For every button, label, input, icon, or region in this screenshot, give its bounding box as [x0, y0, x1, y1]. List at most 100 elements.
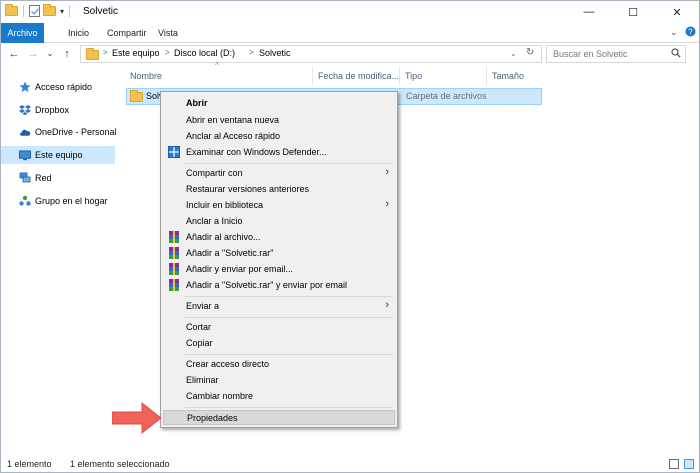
refresh-icon[interactable]: ↻ — [526, 47, 534, 58]
recent-locations-icon[interactable]: ⌄ — [43, 46, 57, 62]
ribbon-tabs: Archivo Inicio Compartir Vista ⌄ ? — [1, 23, 699, 43]
star-icon — [19, 81, 31, 93]
breadcrumb-separator[interactable]: > — [165, 48, 170, 57]
back-arrow-icon[interactable]: ← — [7, 46, 21, 62]
customize-toolbar-icon[interactable]: ▾ — [60, 7, 64, 16]
breadcrumb-este-equipo[interactable]: Este equipo — [112, 48, 160, 58]
folder-icon — [130, 90, 143, 102]
new-folder-icon[interactable] — [43, 4, 56, 16]
breadcrumb-separator[interactable]: > — [249, 48, 254, 57]
search-icon[interactable] — [671, 48, 681, 58]
menu-item-compartir-con[interactable]: Compartir con › — [163, 166, 395, 181]
menu-item-cambiar-nombre[interactable]: Cambiar nombre — [163, 389, 395, 404]
column-divider[interactable] — [399, 67, 400, 85]
cloud-icon — [19, 126, 31, 138]
menu-item-abrir-ventana-nueva[interactable]: Abrir en ventana nueva — [163, 113, 395, 128]
menu-item-abrir[interactable]: Abrir — [163, 96, 395, 111]
menu-item-restaurar-versiones[interactable]: Restaurar versiones anteriores — [163, 182, 395, 197]
column-header-tamano[interactable]: Tamaño — [492, 67, 524, 85]
menu-item-label: Restaurar versiones anteriores — [186, 184, 310, 194]
menu-item-propiedades[interactable]: Propiedades — [163, 410, 395, 425]
folder-icon — [86, 48, 99, 60]
navigation-bar: ← → ⌄ ↑ > Este equipo > Disco local (D:)… — [1, 43, 699, 65]
menu-item-enviar-a[interactable]: Enviar a › — [163, 299, 395, 314]
minimize-button[interactable]: — — [567, 1, 611, 23]
window-title: Solvetic — [83, 6, 119, 17]
menu-item-label: Examinar con Windows Defender... — [186, 147, 327, 157]
menu-item-label: Anclar a Inicio — [186, 216, 243, 226]
menu-item-copiar[interactable]: Copiar — [163, 336, 395, 351]
defender-icon — [168, 146, 180, 158]
network-icon — [19, 172, 31, 184]
sidebar-item-label: Dropbox — [35, 105, 70, 115]
search-box[interactable]: Buscar en Solvetic — [546, 45, 686, 63]
column-header-nombre[interactable]: Nombre — [130, 67, 162, 85]
menu-item-anadir-rar-enviar-email[interactable]: Añadir a "Solvetic.rar" y enviar por ema… — [163, 278, 395, 293]
menu-item-eliminar[interactable]: Eliminar — [163, 373, 395, 388]
sidebar-item-red[interactable]: Red — [1, 169, 115, 187]
homegroup-icon — [19, 195, 31, 207]
winrar-icon — [168, 231, 180, 243]
sidebar-item-acceso-rapido[interactable]: Acceso rápido — [1, 78, 115, 96]
tab-inicio[interactable]: Inicio — [59, 23, 98, 43]
close-button[interactable]: ✕ — [655, 1, 699, 23]
submenu-chevron-icon: › — [385, 166, 389, 178]
column-divider[interactable] — [312, 67, 313, 85]
sidebar-item-label: Red — [35, 173, 52, 183]
column-header-fecha[interactable]: Fecha de modifica... — [318, 67, 399, 85]
sidebar-item-label: Acceso rápido — [35, 82, 93, 92]
menu-item-label: Copiar — [186, 338, 213, 348]
menu-item-anadir-archivo[interactable]: Añadir al archivo... — [163, 230, 395, 245]
sort-indicator-icon: ^ — [215, 61, 219, 70]
explorer-window: ▾ Solvetic — ☐ ✕ Archivo Inicio Comparti… — [0, 0, 700, 473]
menu-divider — [185, 163, 393, 164]
breadcrumb-disco-local[interactable]: Disco local (D:) — [174, 48, 235, 58]
menu-item-anclar-inicio[interactable]: Anclar a Inicio — [163, 214, 395, 229]
tab-archivo[interactable]: Archivo — [1, 23, 44, 43]
navigation-pane: Acceso rápido Dropbox OneDrive - Persona… — [1, 67, 118, 453]
menu-item-label: Abrir — [186, 98, 208, 108]
menu-item-incluir-biblioteca[interactable]: Incluir en biblioteca › — [163, 198, 395, 213]
menu-item-cortar[interactable]: Cortar — [163, 320, 395, 335]
menu-item-label: Eliminar — [186, 375, 219, 385]
address-dropdown-icon[interactable]: ⌄ — [510, 49, 517, 58]
breadcrumb-solvetic[interactable]: Solvetic — [259, 48, 291, 58]
toolbar-divider — [69, 5, 71, 17]
menu-item-crear-acceso-directo[interactable]: Crear acceso directo — [163, 357, 395, 372]
svg-text:?: ? — [688, 27, 693, 36]
maximize-button[interactable]: ☐ — [611, 1, 655, 23]
details-view-icon[interactable] — [669, 459, 679, 469]
winrar-icon — [168, 263, 180, 275]
forward-arrow-icon[interactable]: → — [26, 46, 40, 62]
tab-compartir[interactable]: Compartir — [98, 23, 156, 43]
menu-divider — [185, 354, 393, 355]
sidebar-item-dropbox[interactable]: Dropbox — [1, 101, 115, 119]
context-menu: Abrir Abrir en ventana nueva Anclar al A… — [160, 91, 398, 428]
menu-item-label: Añadir y enviar por email... — [186, 264, 294, 274]
address-bar[interactable]: > Este equipo > Disco local (D:) > Solve… — [80, 45, 542, 63]
column-header-tipo[interactable]: Tipo — [405, 67, 422, 85]
menu-item-anclar-acceso-rapido[interactable]: Anclar al Acceso rápido — [163, 129, 395, 144]
menu-item-windows-defender[interactable]: Examinar con Windows Defender... — [163, 145, 395, 160]
menu-item-anadir-rar[interactable]: Añadir a "Solvetic.rar" — [163, 246, 395, 261]
menu-divider — [185, 317, 393, 318]
sidebar-item-grupo-hogar[interactable]: Grupo en el hogar — [1, 192, 115, 210]
menu-item-label: Anclar al Acceso rápido — [186, 131, 281, 141]
menu-item-label: Cambiar nombre — [186, 391, 254, 401]
menu-item-label: Enviar a — [186, 301, 220, 311]
sidebar-item-onedrive[interactable]: OneDrive - Personal — [1, 123, 117, 141]
tab-vista[interactable]: Vista — [149, 23, 187, 43]
breadcrumb-separator[interactable]: > — [103, 48, 108, 57]
sidebar-item-label: Este equipo — [35, 150, 83, 160]
menu-item-anadir-enviar-email[interactable]: Añadir y enviar por email... — [163, 262, 395, 277]
column-divider[interactable] — [486, 67, 487, 85]
winrar-icon — [168, 247, 180, 259]
menu-item-label: Compartir con — [186, 168, 243, 178]
large-icons-view-icon[interactable] — [684, 459, 694, 469]
up-arrow-icon[interactable]: ↑ — [60, 46, 74, 62]
properties-icon[interactable] — [29, 5, 40, 17]
sidebar-item-label: OneDrive - Personal — [35, 127, 117, 137]
sidebar-item-este-equipo[interactable]: Este equipo — [1, 146, 115, 164]
expand-ribbon-icon[interactable]: ⌄ — [670, 27, 678, 38]
help-icon[interactable]: ? — [685, 26, 696, 39]
